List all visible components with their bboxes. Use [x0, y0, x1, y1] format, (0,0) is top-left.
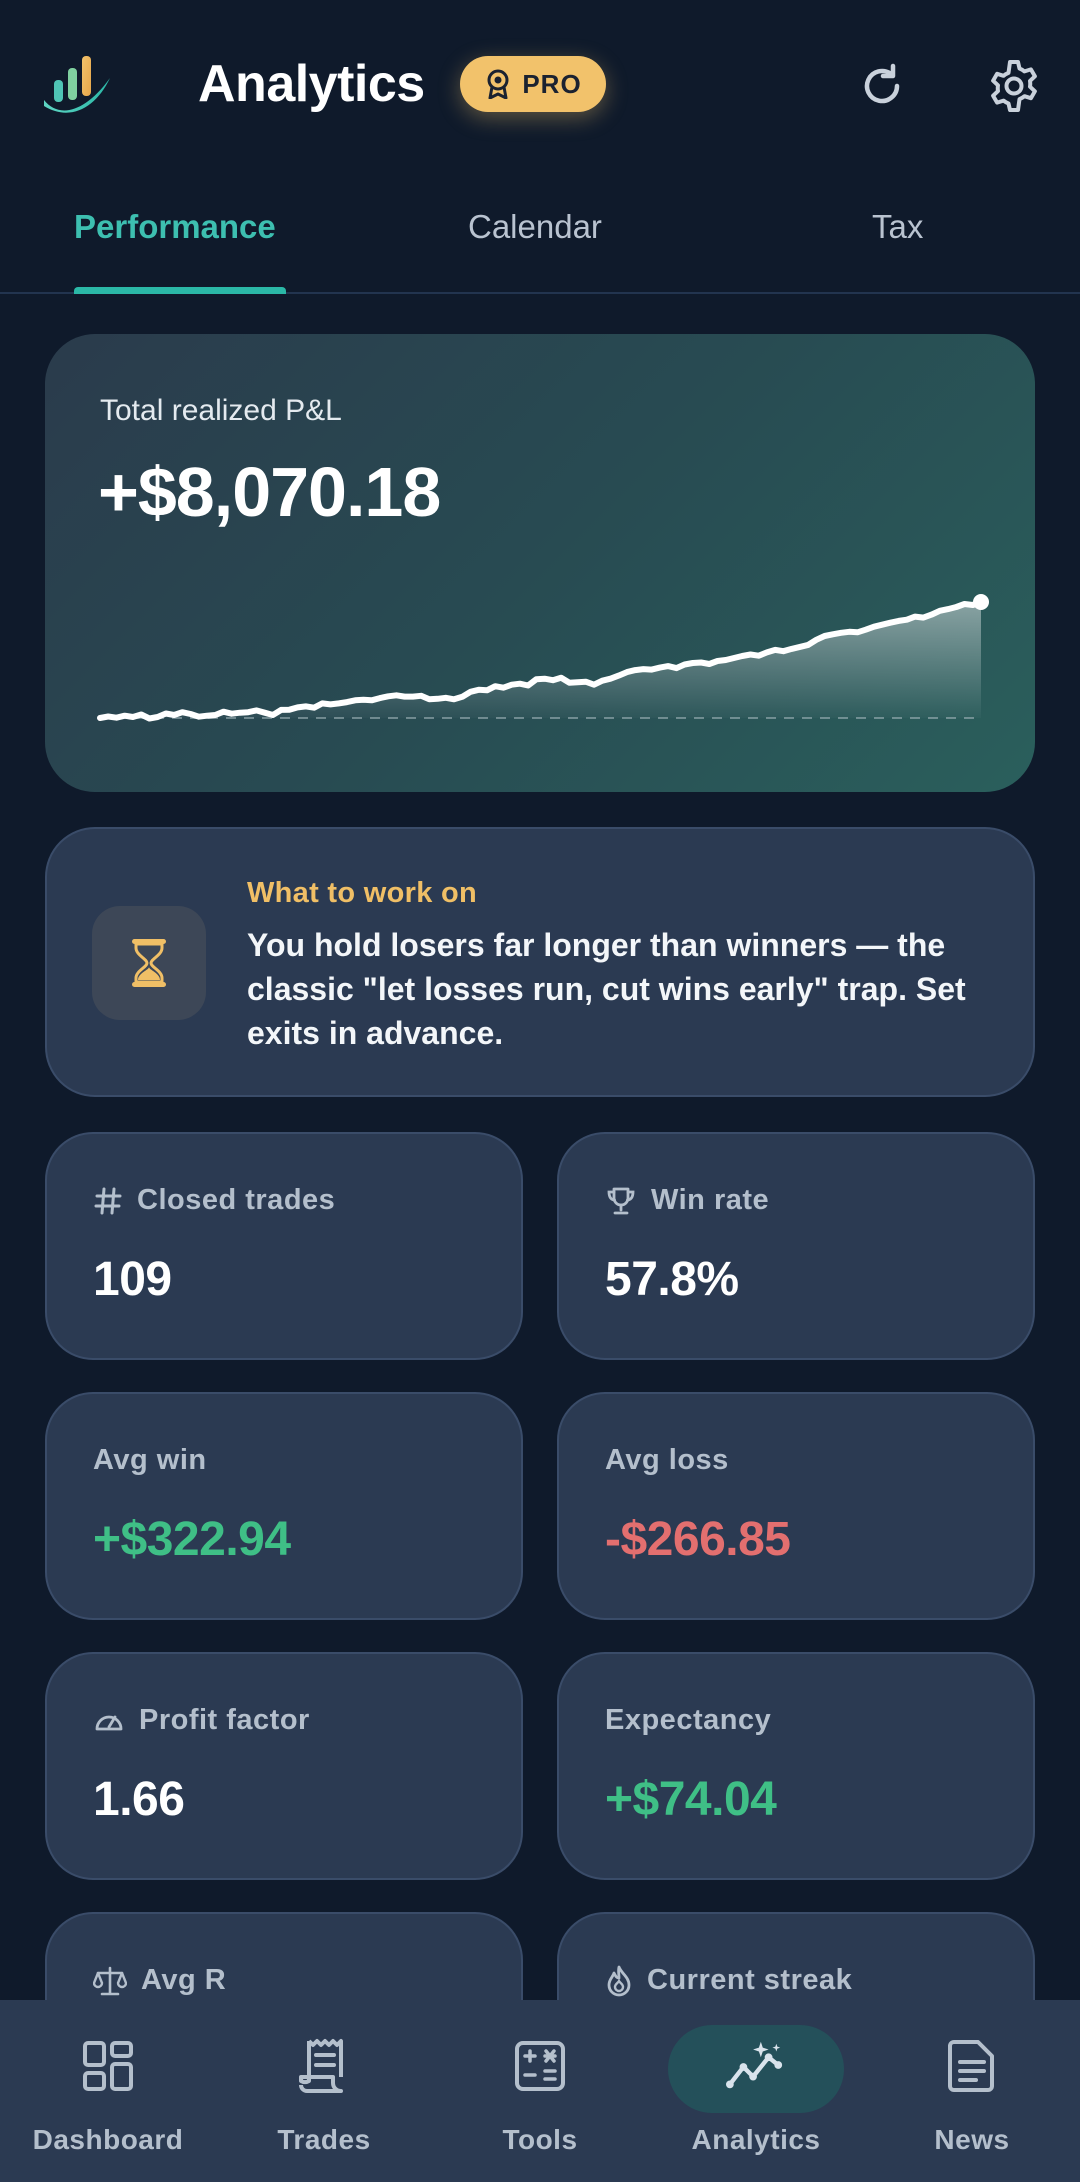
- stat-label: Avg win: [93, 1444, 207, 1476]
- stat-expectancy[interactable]: Expectancy +$74.04: [557, 1652, 1035, 1880]
- insight-text: You hold losers far longer than winners …: [247, 927, 966, 1051]
- refresh-icon: [864, 63, 900, 104]
- stat-avg-loss[interactable]: Avg loss -$266.85: [557, 1392, 1035, 1620]
- stat-value: +$74.04: [605, 1773, 777, 1826]
- stat-value: +$322.94: [93, 1513, 291, 1566]
- bottom-nav: Dashboard Trades Tools Analytics News: [0, 2000, 1080, 2182]
- nav-label: Analytics: [691, 2124, 821, 2155]
- tab-bar: Performance Calendar Tax: [0, 170, 1080, 294]
- app-root: Analytics PRO Performance Calendar Tax T…: [0, 0, 1080, 2182]
- insight-card[interactable]: What to work on You hold losers far long…: [45, 827, 1035, 1097]
- stat-label-row: Avg win: [93, 1444, 207, 1477]
- trophy-icon: [607, 1187, 635, 1214]
- stat-closed-trades[interactable]: Closed trades 109: [45, 1132, 523, 1360]
- hash-icon: [94, 1187, 122, 1214]
- tab-performance[interactable]: Performance: [74, 208, 276, 246]
- insight-icon-box: [92, 906, 206, 1020]
- pnl-area-fill: [100, 602, 981, 719]
- scale-icon: [93, 1966, 127, 1995]
- hourglass-icon: [132, 939, 166, 987]
- stat-label-row: Win rate: [605, 1184, 769, 1217]
- stat-label-row: Expectancy: [605, 1704, 771, 1737]
- nav-label: Trades: [277, 2124, 371, 2155]
- stat-label-row: Current streak: [605, 1964, 852, 1997]
- stat-label: Win rate: [651, 1184, 770, 1216]
- award-icon: [487, 69, 509, 99]
- tab-active-indicator: [74, 287, 286, 294]
- gauge-icon: [95, 1715, 123, 1730]
- stat-label-row: Avg R: [93, 1964, 226, 1997]
- pro-badge-label: PRO: [522, 68, 582, 99]
- stat-avg-win[interactable]: Avg win +$322.94: [45, 1392, 523, 1620]
- stat-label: Avg loss: [605, 1444, 729, 1476]
- settings-button[interactable]: [982, 54, 1046, 118]
- page-title: Analytics: [198, 55, 425, 113]
- nav-item-analytics[interactable]: Analytics: [648, 2000, 864, 2182]
- pro-badge[interactable]: PRO: [460, 56, 606, 112]
- stat-label-row: Profit factor: [93, 1704, 310, 1737]
- stat-label: Expectancy: [605, 1704, 772, 1736]
- app-header: Analytics PRO: [0, 0, 1080, 170]
- nav-item-news[interactable]: News: [864, 2000, 1080, 2182]
- stat-label: Avg R: [141, 1964, 227, 1996]
- nav-label: News: [934, 2124, 1010, 2155]
- analytics-icon: [726, 2036, 786, 2096]
- stat-value: 109: [93, 1253, 172, 1306]
- calculator-icon: [510, 2036, 570, 2096]
- stat-label: Closed trades: [137, 1184, 336, 1216]
- stat-profit-factor[interactable]: Profit factor 1.66: [45, 1652, 523, 1880]
- insight-title: What to work on: [247, 877, 478, 909]
- stat-value: 1.66: [93, 1773, 185, 1826]
- stat-value: 57.8%: [605, 1253, 739, 1306]
- tab-calendar[interactable]: Calendar: [468, 208, 602, 246]
- pnl-last-point: [973, 594, 989, 610]
- pnl-label: Total realized P&L: [100, 394, 342, 427]
- stat-label-row: Closed trades: [93, 1184, 335, 1217]
- stat-label: Profit factor: [139, 1704, 310, 1736]
- dashboard-icon: [78, 2036, 138, 2096]
- pnl-value: +$8,070.18: [98, 453, 441, 531]
- nav-item-tools[interactable]: Tools: [432, 2000, 648, 2182]
- gear-icon: [991, 60, 1037, 112]
- stat-label-row: Avg loss: [605, 1444, 729, 1477]
- tab-tax[interactable]: Tax: [872, 208, 923, 246]
- flame-icon: [607, 1965, 631, 1996]
- nav-label: Tools: [502, 2124, 578, 2155]
- nav-label: Dashboard: [32, 2124, 184, 2155]
- nav-item-trades[interactable]: Trades: [216, 2000, 432, 2182]
- refresh-button[interactable]: [850, 54, 914, 118]
- pnl-card: Total realized P&L +$8,070.18: [45, 334, 1035, 792]
- stat-win-rate[interactable]: Win rate 57.8%: [557, 1132, 1035, 1360]
- stat-label: Current streak: [647, 1964, 853, 1996]
- news-icon: [942, 2036, 1002, 2096]
- stat-value: -$266.85: [605, 1513, 791, 1566]
- app-logo-icon: [44, 56, 110, 113]
- receipt-icon: [294, 2036, 354, 2096]
- nav-item-dashboard[interactable]: Dashboard: [0, 2000, 216, 2182]
